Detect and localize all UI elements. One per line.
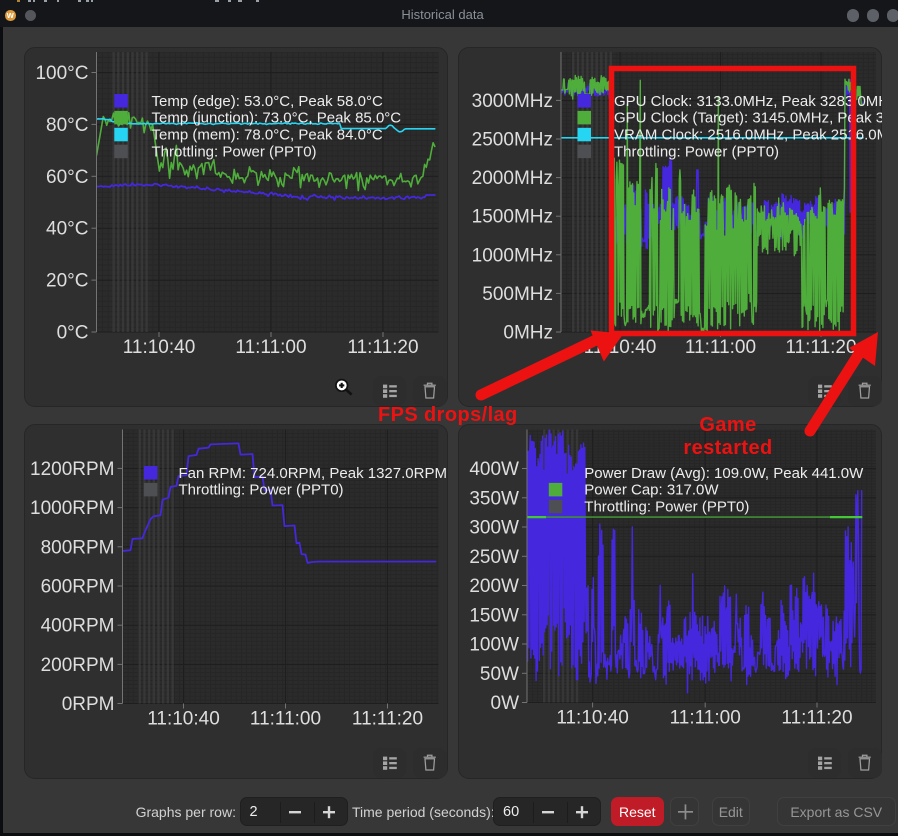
svg-text:restarted: restarted (683, 437, 772, 459)
svg-text:FPS drops/lag: FPS drops/lag (378, 404, 518, 426)
svg-text:Game: Game (699, 414, 756, 436)
